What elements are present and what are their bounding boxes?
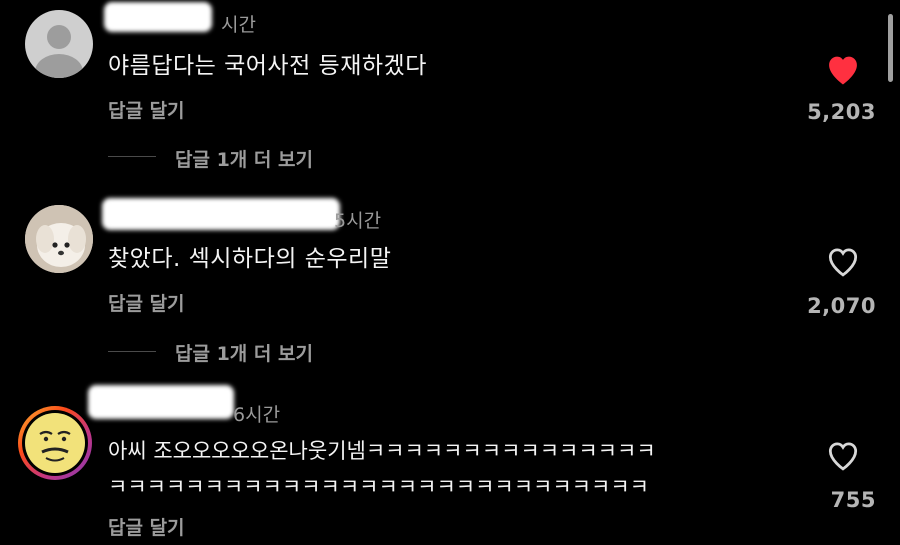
comment-text: 아씨 조오오오오오온나웃기넴ㅋㅋㅋㅋㅋㅋㅋㅋㅋㅋㅋㅋㅋㅋㅋ ㅋㅋㅋㅋㅋㅋㅋㅋㅋㅋ… — [108, 439, 656, 499]
avatar[interactable] — [25, 205, 93, 273]
heart-outline-icon[interactable] — [824, 438, 862, 472]
like-count: 2,070 — [807, 294, 876, 318]
comment-text: 찾았다. 섹시하다의 순우리말 — [108, 246, 392, 272]
replies-divider — [108, 351, 156, 352]
view-replies-button[interactable]: 답글 1개 더 보기 — [175, 339, 313, 366]
heart-filled-icon[interactable] — [824, 52, 862, 86]
heart-outline-icon[interactable] — [824, 244, 862, 278]
like-count: 5,203 — [807, 100, 876, 124]
cartoon-face-avatar-icon — [22, 410, 88, 476]
reply-button[interactable]: 답글 달기 — [108, 513, 185, 540]
replies-divider — [108, 156, 156, 157]
comment-time: 시간 — [221, 14, 256, 36]
reply-button[interactable]: 답글 달기 — [108, 96, 185, 123]
redacted-username — [104, 2, 212, 32]
avatar[interactable] — [18, 406, 92, 480]
puppy-avatar-icon — [25, 205, 93, 273]
default-avatar-icon — [35, 25, 83, 78]
comment-text: 야름답다는 국어사전 등재하겠다 — [108, 53, 427, 79]
comment-time: 5시간 — [334, 210, 382, 232]
comment-time: 6시간 — [233, 404, 281, 426]
reply-button[interactable]: 답글 달기 — [108, 289, 185, 316]
view-replies-button[interactable]: 답글 1개 더 보기 — [175, 145, 313, 172]
avatar[interactable] — [25, 10, 93, 78]
redacted-username — [88, 385, 234, 419]
scrollbar[interactable] — [888, 14, 893, 82]
like-count: 755 — [830, 488, 876, 512]
redacted-username — [102, 198, 340, 230]
